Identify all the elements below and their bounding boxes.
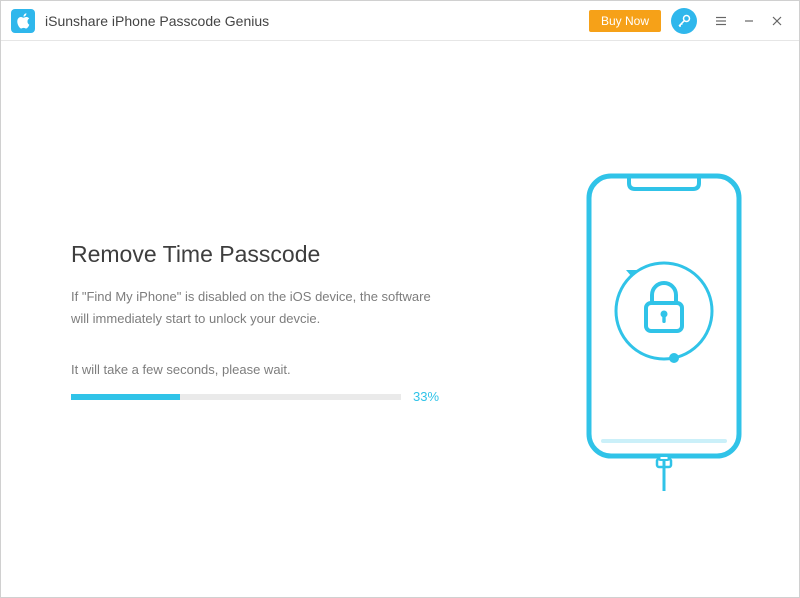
progress-row: 33%	[71, 389, 549, 404]
app-title: iSunshare iPhone Passcode Genius	[45, 13, 269, 29]
progress-bar	[71, 394, 401, 400]
content-left: Remove Time Passcode If "Find My iPhone"…	[71, 101, 569, 557]
titlebar: iSunshare iPhone Passcode Genius Buy Now	[1, 1, 799, 41]
wait-text: It will take a few seconds, please wait.	[71, 362, 549, 377]
progress-fill	[71, 394, 180, 400]
buy-now-button[interactable]: Buy Now	[589, 10, 661, 32]
minimize-icon	[742, 14, 756, 28]
page-heading: Remove Time Passcode	[71, 241, 549, 268]
main-content: Remove Time Passcode If "Find My iPhone"…	[1, 41, 799, 597]
menu-button[interactable]	[707, 7, 735, 35]
menu-icon	[714, 14, 728, 28]
close-button[interactable]	[763, 7, 791, 35]
page-description: If "Find My iPhone" is disabled on the i…	[71, 286, 451, 330]
register-key-button[interactable]	[671, 8, 697, 34]
key-icon	[677, 14, 691, 28]
close-icon	[770, 14, 784, 28]
app-logo	[11, 9, 35, 33]
progress-percent-label: 33%	[413, 389, 439, 404]
phone-lock-graphic	[579, 171, 749, 491]
phone-illustration	[569, 171, 759, 557]
apple-icon	[16, 13, 30, 29]
lock-icon	[646, 283, 682, 331]
minimize-button[interactable]	[735, 7, 763, 35]
